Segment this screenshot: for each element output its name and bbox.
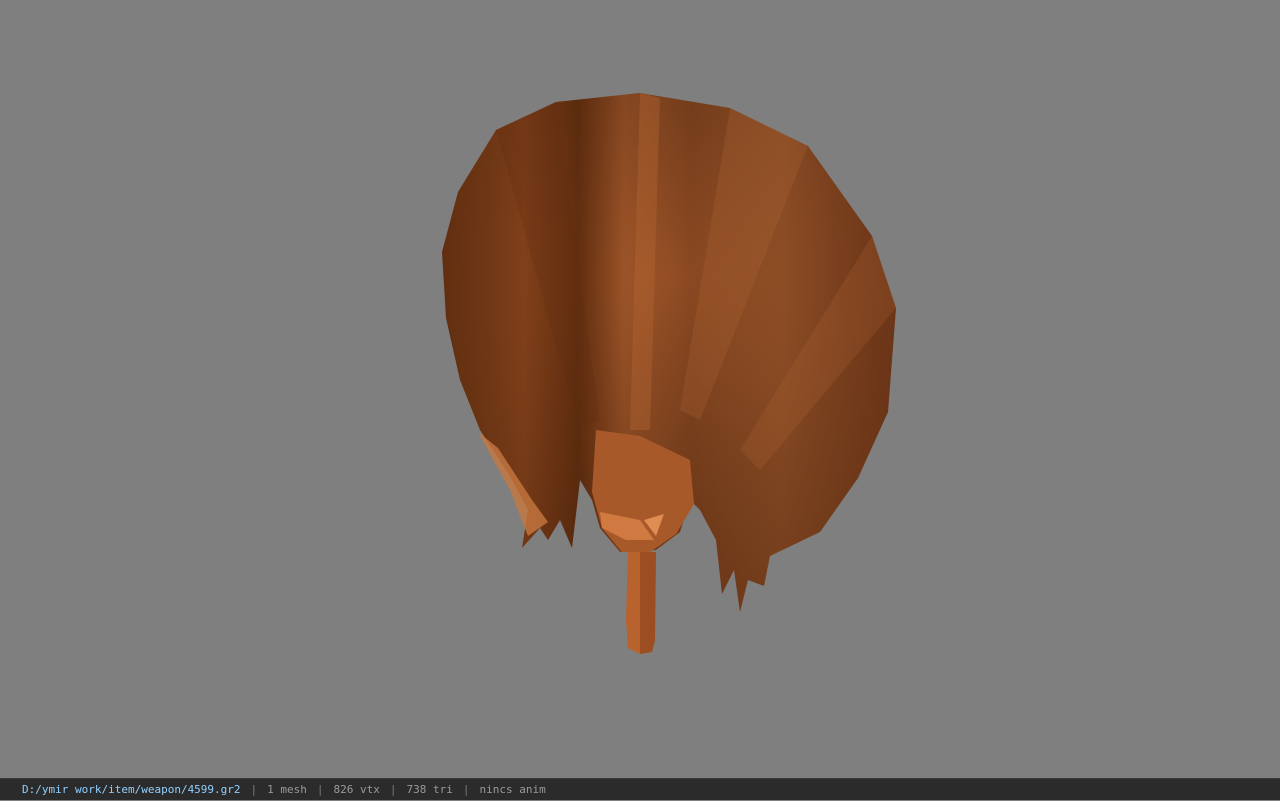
separator: | — [389, 783, 397, 796]
animation-status: nincs anim — [479, 783, 546, 796]
separator: | — [316, 783, 324, 796]
mesh-count: 1 mesh — [267, 783, 307, 796]
separator: | — [462, 783, 470, 796]
model-render — [442, 93, 896, 654]
status-bar: D:/ymir work/item/weapon/4599.gr2 | 1 mesh… — [0, 778, 1280, 800]
separator: | — [250, 783, 258, 796]
3d-viewport[interactable] — [0, 0, 1280, 778]
vertex-count: 826 vtx — [333, 783, 380, 796]
triangle-count: 738 tri — [406, 783, 453, 796]
file-path: D:/ymir work/item/weapon/4599.gr2 — [22, 783, 241, 796]
